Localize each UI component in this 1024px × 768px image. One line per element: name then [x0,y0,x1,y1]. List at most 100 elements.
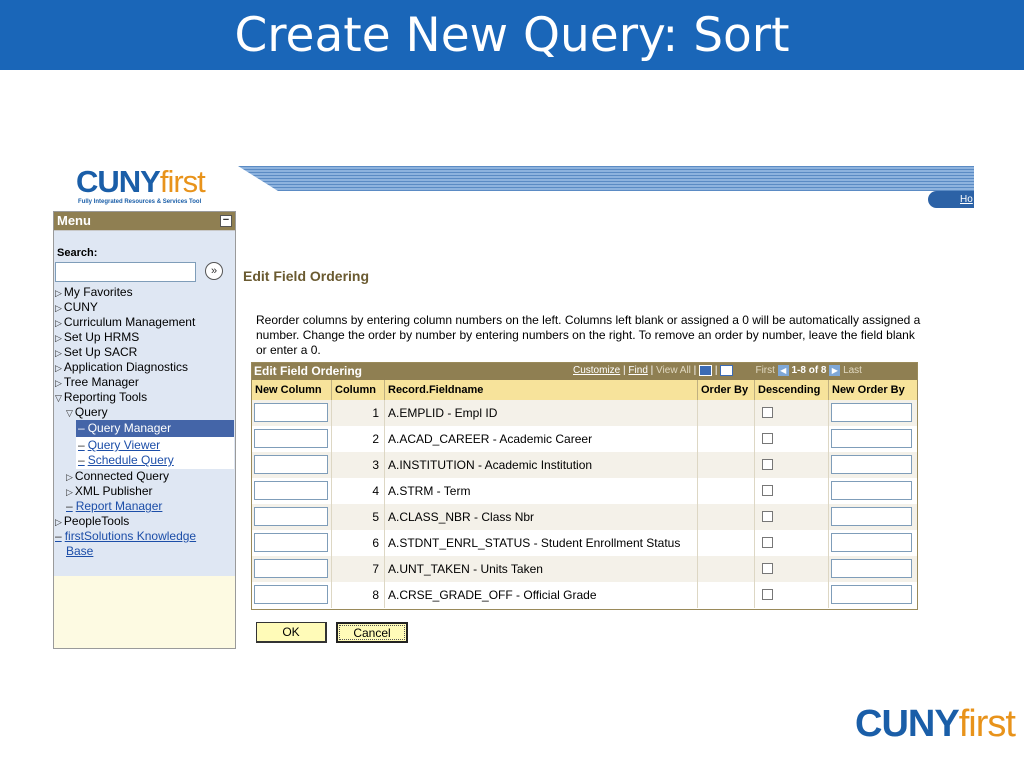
new-order-by-cell [829,426,917,452]
new-order-by-input[interactable] [831,429,912,448]
descending-checkbox[interactable] [762,433,773,444]
order-by-cell [698,452,755,478]
triangle-right-icon: ▷ [55,348,62,358]
triangle-right-icon: ▷ [55,318,62,328]
new-order-by-cell [829,452,917,478]
descending-checkbox[interactable] [762,537,773,548]
first-link[interactable]: First [755,365,774,376]
cunyfirst-logo: CUNYfirst Fully Integrated Resources & S… [76,166,226,205]
order-by-cell [698,530,755,556]
menu-item-my-favorites[interactable]: ▷ My Favorites [55,285,133,299]
previous-arrow-icon[interactable]: ◀ [777,365,789,376]
order-by-cell [698,504,755,530]
col-header-new-column[interactable]: New Column [252,380,332,400]
menu-item-curriculum-management[interactable]: ▷ Curriculum Management [55,315,195,329]
table-row: 7 A.UNT_TAKEN - Units Taken [252,556,917,582]
column-cell: 8 [332,582,385,608]
dash-icon: – [78,453,85,467]
menu-item-query-viewer[interactable]: – Query Viewer [78,438,160,452]
view-all-link[interactable]: View All [656,365,691,376]
cancel-button[interactable]: Cancel [336,622,408,643]
new-column-input[interactable] [254,429,328,448]
col-header-column[interactable]: Column [332,380,385,400]
search-input[interactable] [55,262,196,282]
descending-checkbox[interactable] [762,563,773,574]
menu-item-cuny[interactable]: ▷ CUNY [55,300,98,314]
menu-item-query-manager[interactable]: – Query Manager [78,421,171,435]
next-arrow-icon[interactable]: ▶ [829,365,841,376]
new-column-cell [252,582,332,608]
footer-logo-cuny-text: CUNY [855,703,960,745]
collapse-icon[interactable]: − [220,215,232,227]
new-column-cell [252,530,332,556]
menu-item-peopletools[interactable]: ▷ PeopleTools [55,514,129,528]
col-header-order-by[interactable]: Order By [698,380,755,400]
field-ordering-grid: Edit Field Ordering Customize | Find | V… [251,362,918,610]
new-order-by-cell [829,400,917,426]
fieldname-cell: A.INSTITUTION - Academic Institution [385,452,698,478]
page-title: Edit Field Ordering [243,268,370,284]
table-row: 6 A.STDNT_ENRL_STATUS - Student Enrollmen… [252,530,917,556]
descending-checkbox[interactable] [762,459,773,470]
new-order-by-input[interactable] [831,533,912,552]
order-by-cell [698,582,755,608]
new-column-input[interactable] [254,455,328,474]
triangle-right-icon: ▷ [55,303,62,313]
search-go-icon[interactable]: » [205,262,223,280]
column-cell: 6 [332,530,385,556]
menu-item-set-up-sacr[interactable]: ▷ Set Up SACR [55,345,137,359]
menu-body: Search: » ▷ My Favorites ▷ CUNY ▷ Curriculu… [54,230,235,576]
menu-item-firstsolutions[interactable]: – firstSolutions Knowledge [55,529,196,543]
new-column-input[interactable] [254,559,328,578]
home-link[interactable]: Ho [960,194,973,205]
new-order-by-input[interactable] [831,403,912,422]
menu-item-report-manager[interactable]: – Report Manager [66,499,162,513]
new-column-input[interactable] [254,403,328,422]
menu-item-schedule-query[interactable]: – Schedule Query [78,453,174,467]
new-order-by-input[interactable] [831,507,912,526]
triangle-right-icon: ▷ [66,472,73,482]
order-by-cell [698,556,755,582]
new-column-input[interactable] [254,533,328,552]
new-order-by-input[interactable] [831,455,912,474]
row-range: 1-8 of 8 [791,365,827,377]
new-column-cell [252,478,332,504]
new-column-input[interactable] [254,507,328,526]
col-header-new-order-by[interactable]: New Order By [829,380,917,400]
menu-item-firstsolutions-base[interactable]: Base [66,544,93,558]
new-order-by-input[interactable] [831,585,912,604]
menu-item-query[interactable]: ▽ Query [66,405,108,419]
find-link[interactable]: Find [628,365,647,376]
logo-cuny-text: CUNY [76,164,161,199]
column-cell: 2 [332,426,385,452]
descending-cell [755,530,829,556]
new-order-by-input[interactable] [831,481,912,500]
download-icon[interactable] [699,365,713,376]
new-order-by-input[interactable] [831,559,912,578]
descending-checkbox[interactable] [762,407,773,418]
menu-item-application-diagnostics[interactable]: ▷ Application Diagnostics [55,360,188,374]
col-header-descending[interactable]: Descending [755,380,829,400]
record-fieldname: A.UNT_TAKEN - Units Taken [388,562,543,576]
menu-item-xml-publisher[interactable]: ▷ XML Publisher [66,484,153,498]
customize-link[interactable]: Customize [573,365,620,376]
menu-header: Menu − [54,212,235,230]
new-column-input[interactable] [254,585,328,604]
menu-item-set-up-hrms[interactable]: ▷ Set Up HRMS [55,330,139,344]
ok-button[interactable]: OK [256,622,327,643]
descending-checkbox[interactable] [762,485,773,496]
menu-item-connected-query[interactable]: ▷ Connected Query [66,469,169,483]
last-link[interactable]: Last [843,365,862,376]
menu-item-tree-manager[interactable]: ▷ Tree Manager [55,375,139,389]
new-column-input[interactable] [254,481,328,500]
grid-view-icon[interactable] [720,365,734,376]
column-number: 5 [372,510,379,524]
column-cell: 3 [332,452,385,478]
table-row: 5 A.CLASS_NBR - Class Nbr [252,504,917,530]
descending-checkbox[interactable] [762,511,773,522]
menu-item-reporting-tools[interactable]: ▽ Reporting Tools [55,390,147,404]
record-fieldname: A.CRSE_GRADE_OFF - Official Grade [388,588,597,602]
descending-checkbox[interactable] [762,589,773,600]
new-order-by-cell [829,504,917,530]
col-header-fieldname[interactable]: Record.Fieldname [385,380,698,400]
